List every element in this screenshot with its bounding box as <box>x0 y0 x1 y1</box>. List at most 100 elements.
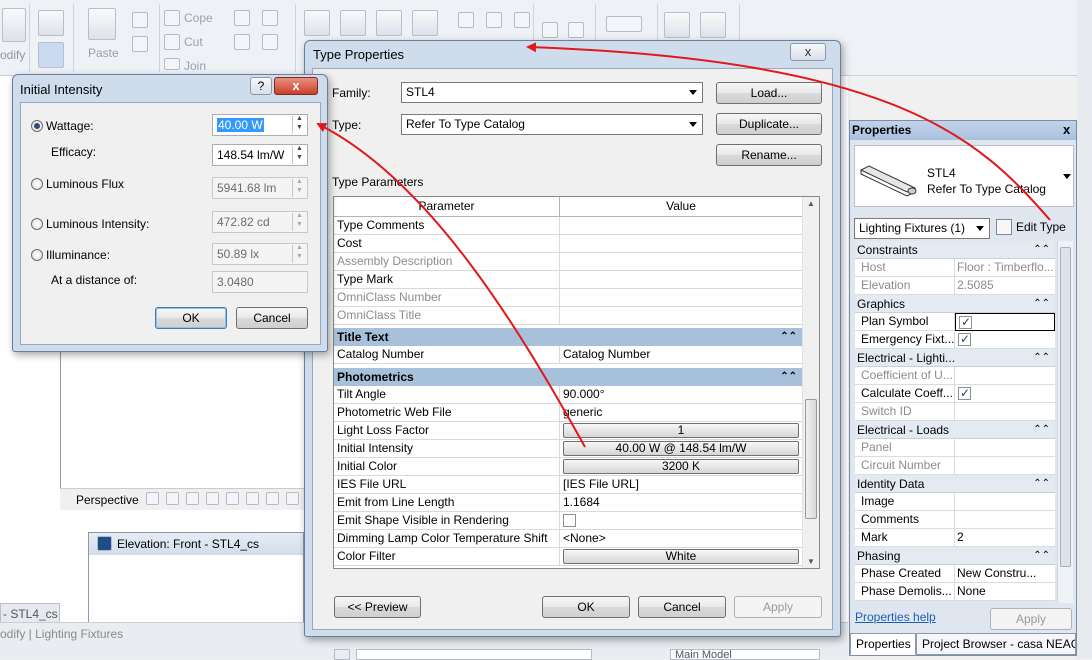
render-icon[interactable] <box>226 492 239 505</box>
type-properties-ok-button[interactable]: OK <box>542 596 630 618</box>
edit-type-button[interactable]: Edit Type <box>1016 220 1066 234</box>
properties-close-icon[interactable]: x <box>1063 122 1070 137</box>
join-label[interactable]: Join <box>184 59 206 73</box>
sun-icon[interactable] <box>186 492 199 505</box>
luminous-intensity-label[interactable]: Luminous Intensity: <box>46 217 149 231</box>
color-filter-button[interactable]: White <box>563 549 799 564</box>
cube-icon[interactable] <box>166 492 179 505</box>
table-row[interactable]: IES File URL [IES File URL] <box>334 476 802 494</box>
scroll-up-icon[interactable]: ▲ <box>807 199 815 208</box>
collapse-icon[interactable]: ⌃⌃ <box>780 368 797 386</box>
initial-intensity-ok-button[interactable]: OK <box>155 307 227 329</box>
type-properties-icon[interactable] <box>38 42 64 68</box>
illuminance-label[interactable]: Illuminance: <box>46 248 110 262</box>
cut-geometry-icon[interactable] <box>164 34 180 50</box>
family-dropdown[interactable]: STL4 <box>401 82 703 103</box>
geometry-tool-icon[interactable] <box>262 34 278 50</box>
hide-temp-icon[interactable] <box>266 492 279 505</box>
prop-row-elevation[interactable]: Elevation 2.5085 <box>855 277 1055 295</box>
table-row[interactable]: Type Mark <box>334 271 802 289</box>
prop-row-panel[interactable]: Panel <box>855 439 1055 457</box>
help-icon[interactable]: ? <box>250 77 272 95</box>
table-row[interactable]: Type Comments <box>334 217 802 235</box>
elevation-title-bar[interactable]: Elevation: Front - STL4_cs <box>89 533 303 555</box>
group-photometrics[interactable]: Photometrics ⌃⌃ <box>334 368 802 386</box>
properties-apply-button[interactable]: Apply <box>990 608 1072 630</box>
geometry-tool-icon[interactable] <box>262 10 278 26</box>
prop-row-host[interactable]: Host Floor : Timberflo... <box>855 259 1055 277</box>
table-row[interactable]: Assembly Description <box>334 253 802 271</box>
perspective-label[interactable]: Perspective <box>76 493 139 507</box>
worksets-icon[interactable] <box>334 649 350 660</box>
element-filter-dropdown[interactable]: Lighting Fixtures (1) <box>854 218 990 239</box>
luminous-flux-label[interactable]: Luminous Flux <box>46 177 124 191</box>
tab-properties[interactable]: Properties <box>850 633 916 655</box>
lightbulb-icon[interactable] <box>542 22 558 38</box>
properties-scrollbar[interactable] <box>1057 241 1073 603</box>
cope-label[interactable]: Cope <box>184 11 213 25</box>
luminous-flux-radio[interactable] <box>31 178 43 190</box>
properties-title[interactable]: Properties <box>850 121 1076 140</box>
preview-button[interactable]: << Preview <box>334 596 421 618</box>
grid-scrollbar[interactable]: ▲ ▼ <box>802 197 819 568</box>
scale-icon[interactable] <box>146 492 159 505</box>
group-graphics[interactable]: Graphics ⌃⌃ <box>855 295 1055 313</box>
type-selector-dropdown-icon[interactable] <box>1063 174 1071 179</box>
collapse-icon[interactable]: ⌃⌃ <box>780 328 797 346</box>
table-row[interactable]: Initial Intensity 40.00 W @ 148.54 lm/W <box>334 440 802 458</box>
prop-row-emergency[interactable]: Emergency Fixt... <box>855 331 1055 349</box>
workset-selector[interactable] <box>356 649 592 660</box>
design-option-selector[interactable]: Main Model <box>670 649 820 660</box>
group-title-text[interactable]: Title Text ⌃⌃ <box>334 328 802 346</box>
cut-label[interactable]: Cut <box>184 35 203 49</box>
group-identity[interactable]: Identity Data ⌃⌃ <box>855 475 1055 493</box>
table-row[interactable]: Emit from Line Length 1.1684 <box>334 494 802 512</box>
collapse-icon[interactable]: ⌃⌃ <box>1033 349 1050 367</box>
copy-icon[interactable] <box>132 36 148 52</box>
duplicate-button[interactable]: Duplicate... <box>716 113 822 135</box>
initial-intensity-cancel-button[interactable]: Cancel <box>236 307 308 329</box>
load-button[interactable]: Load... <box>716 82 822 104</box>
light-loss-factor-button[interactable]: 1 <box>563 423 799 438</box>
table-row[interactable]: Cost <box>334 235 802 253</box>
wattage-input[interactable]: 40.00 W <box>212 114 308 136</box>
cut-scissors-icon[interactable] <box>132 12 148 28</box>
modify-cursor-icon[interactable] <box>2 8 26 42</box>
wattage-radio[interactable] <box>31 120 43 132</box>
type-dropdown[interactable]: Refer To Type Catalog <box>401 114 703 135</box>
mirror-draw-icon[interactable] <box>412 10 438 36</box>
align-icon[interactable] <box>304 10 330 36</box>
collapse-icon[interactable]: ⌃⌃ <box>1033 475 1050 493</box>
type-selector[interactable]: STL4 Refer To Type Catalog <box>854 145 1074 207</box>
hide-icon[interactable] <box>568 22 584 38</box>
mirror-icon[interactable] <box>376 10 402 36</box>
table-row[interactable]: Emit Shape Visible in Rendering <box>334 512 802 530</box>
geometry-tool-icon[interactable] <box>234 34 250 50</box>
efficacy-stepper[interactable] <box>292 145 306 164</box>
geometry-tool-icon[interactable] <box>234 10 250 26</box>
group-electrical-lighting[interactable]: Electrical - Lighti... ⌃⌃ <box>855 349 1055 367</box>
collapse-icon[interactable]: ⌃⌃ <box>1033 295 1050 313</box>
prop-row-coefficient[interactable]: Coefficient of U... <box>855 367 1055 385</box>
reveal-icon[interactable] <box>286 492 299 505</box>
paste-icon[interactable] <box>88 8 116 40</box>
measure-icon[interactable] <box>606 16 642 32</box>
collapse-icon[interactable]: ⌃⌃ <box>1033 241 1050 259</box>
create-similar-icon[interactable] <box>700 12 726 38</box>
copy-element-icon[interactable] <box>486 12 502 28</box>
properties-scroll-thumb[interactable] <box>1060 247 1071 567</box>
table-row[interactable]: Tilt Angle 90.000° <box>334 386 802 404</box>
table-row[interactable]: Light Loss Factor 1 <box>334 422 802 440</box>
group-constraints[interactable]: Constraints ⌃⌃ <box>855 241 1055 259</box>
rename-button[interactable]: Rename... <box>716 144 822 166</box>
plan-symbol-checkbox[interactable] <box>959 314 972 330</box>
table-row[interactable]: Dimming Lamp Color Temperature Shift <Non… <box>334 530 802 548</box>
wattage-stepper[interactable] <box>292 115 306 134</box>
type-properties-close-icon[interactable]: x <box>790 43 826 61</box>
properties-help-link[interactable]: Properties help <box>855 610 936 624</box>
emit-shape-checkbox[interactable] <box>563 514 576 527</box>
prop-row-image[interactable]: Image <box>855 493 1055 511</box>
initial-intensity-button[interactable]: 40.00 W @ 148.54 lm/W <box>563 441 799 456</box>
table-row[interactable]: OmniClass Number <box>334 289 802 307</box>
initial-intensity-close-icon[interactable]: x <box>274 77 318 95</box>
